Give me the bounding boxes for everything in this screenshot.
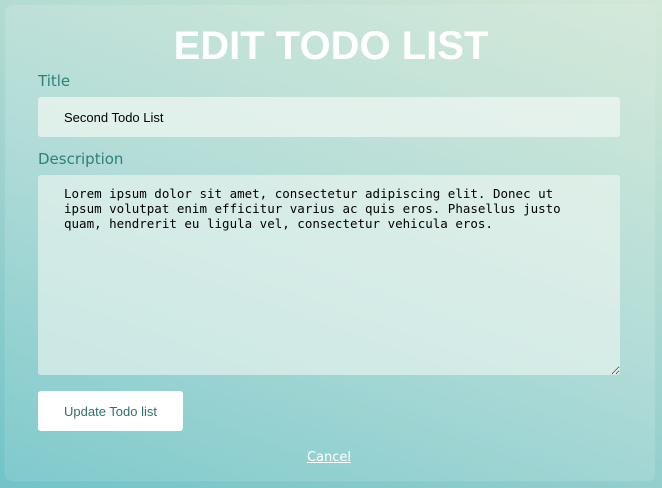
update-todo-list-button[interactable]: Update Todo list <box>38 391 183 431</box>
description-textarea[interactable]: Lorem ipsum dolor sit amet, consectetur … <box>38 175 620 375</box>
page-title: EDIT TODO LIST <box>173 24 489 68</box>
description-label: Description <box>38 150 124 168</box>
cancel-link[interactable]: Cancel <box>0 450 658 465</box>
title-input[interactable] <box>38 97 620 137</box>
title-label: Title <box>38 72 71 90</box>
